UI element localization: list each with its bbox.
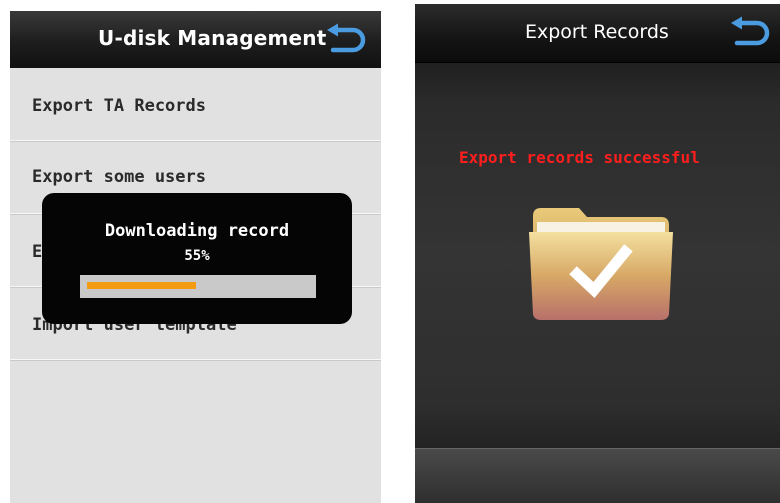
u-disk-management-screen: U-disk Management Export TA Records Expo… xyxy=(10,11,381,503)
progress-bar-fill xyxy=(87,282,196,289)
progress-percent-label: 55% xyxy=(184,248,210,264)
header-bar: U-disk Management xyxy=(10,11,381,68)
page-title: U-disk Management xyxy=(98,26,327,50)
progress-bar xyxy=(80,275,316,298)
menu-item-label: E xyxy=(32,242,43,262)
success-message: Export records successful xyxy=(459,148,700,167)
back-button[interactable] xyxy=(323,23,367,57)
back-arrow-icon xyxy=(327,23,366,53)
menu-item-label: Export TA Records xyxy=(32,96,206,116)
back-arrow-icon xyxy=(731,16,770,46)
header-bar: Export Records xyxy=(415,4,780,63)
back-button[interactable] xyxy=(727,16,771,50)
folder-check-icon xyxy=(529,208,673,320)
progress-message: Downloading record xyxy=(104,221,290,241)
page-title: Export Records xyxy=(525,21,669,43)
menu-item-label: Export some users xyxy=(32,167,206,187)
download-progress-dialog: Downloading record 55% xyxy=(42,193,352,324)
bottom-bar xyxy=(415,448,780,503)
export-records-screen: Export Records Export records successful xyxy=(415,4,780,503)
menu-item-export-ta-records[interactable]: Export TA Records xyxy=(10,68,381,141)
